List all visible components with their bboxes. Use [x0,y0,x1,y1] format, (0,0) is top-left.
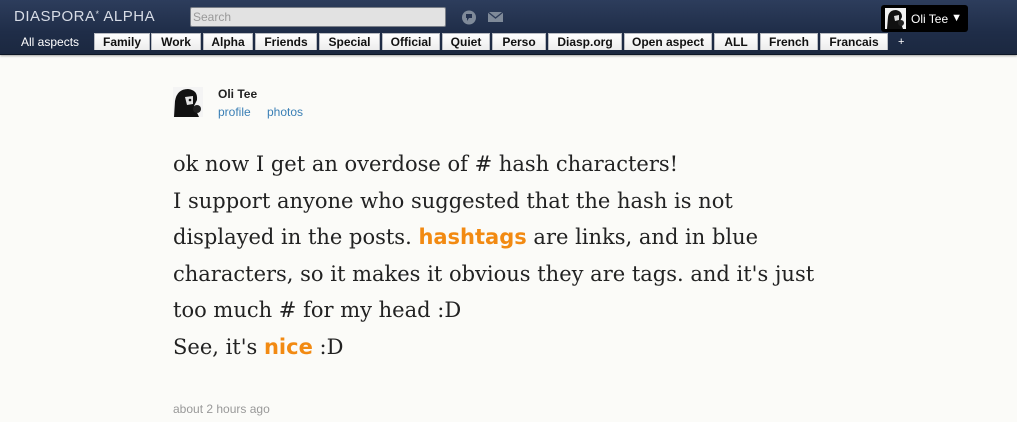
add-aspect-button[interactable]: + [898,36,904,48]
brand-name: DIASPORA [14,8,96,25]
brand-suffix: ALPHA [99,8,156,25]
mail-icon[interactable] [487,10,504,24]
aspect-tab-all[interactable]: ALL [714,33,758,50]
brand-star: * [95,9,100,19]
aspect-tab-francais[interactable]: Francais [820,33,888,50]
aspect-tab-diasp-org[interactable]: Diasp.org [548,33,622,50]
photos-link[interactable]: photos [267,105,303,119]
post-line: too much # for my head :D [173,298,462,322]
post-line: I support anyone who suggested that the … [173,188,733,213]
all-aspects-link[interactable]: All aspects [21,35,79,49]
post-text-fragment: are links, and in blue [526,225,759,249]
hashtag-link[interactable]: hashtags [418,225,526,249]
hashtag-link[interactable]: nice [264,335,313,359]
top-bar: DIASPORA* ALPHA Oli Tee ▼ All aspects Fa… [0,0,1017,55]
aspect-tab-alpha[interactable]: Alpha [203,33,253,50]
post-line: ok now I get an overdose of # hash chara… [173,152,679,176]
post-line: characters, so it makes it obvious they … [173,261,815,286]
aspect-tab-open-aspect[interactable]: Open aspect [624,33,712,50]
aspect-tab-friends[interactable]: Friends [255,33,317,50]
user-name: Oli Tee [911,12,949,26]
profile-link[interactable]: profile [218,105,251,119]
notifications-icon[interactable] [461,10,477,25]
aspect-nav: All aspects Family Work Alpha Friends Sp… [0,33,1017,51]
post-timestamp[interactable]: about 2 hours ago [173,402,270,416]
aspect-tab-family[interactable]: Family [94,33,150,50]
author-avatar[interactable] [173,87,203,117]
post-text-fragment: See, it's [173,334,264,359]
aspect-tab-french[interactable]: French [760,33,818,50]
post-body: ok now I get an overdose of # hash chara… [173,146,833,365]
post-text-fragment: displayed in the posts. [173,225,419,249]
aspect-tab-work[interactable]: Work [151,33,201,50]
user-menu-button[interactable]: Oli Tee ▼ [881,5,968,32]
author-name[interactable]: Oli Tee [218,87,257,101]
diaspora-logo[interactable]: DIASPORA* ALPHA [14,8,155,25]
aspect-tab-quiet[interactable]: Quiet [442,33,490,50]
post-text-fragment: :D [312,334,344,359]
post-line: See, it's nice :D [173,329,833,366]
aspect-tab-official[interactable]: Official [382,33,440,50]
post-line: displayed in the posts. hashtags are lin… [173,219,833,256]
chevron-down-icon: ▼ [951,12,962,24]
user-avatar [885,8,906,29]
search-input[interactable] [190,7,446,27]
aspect-tab-perso[interactable]: Perso [492,33,546,50]
aspect-tab-special[interactable]: Special [319,33,380,50]
